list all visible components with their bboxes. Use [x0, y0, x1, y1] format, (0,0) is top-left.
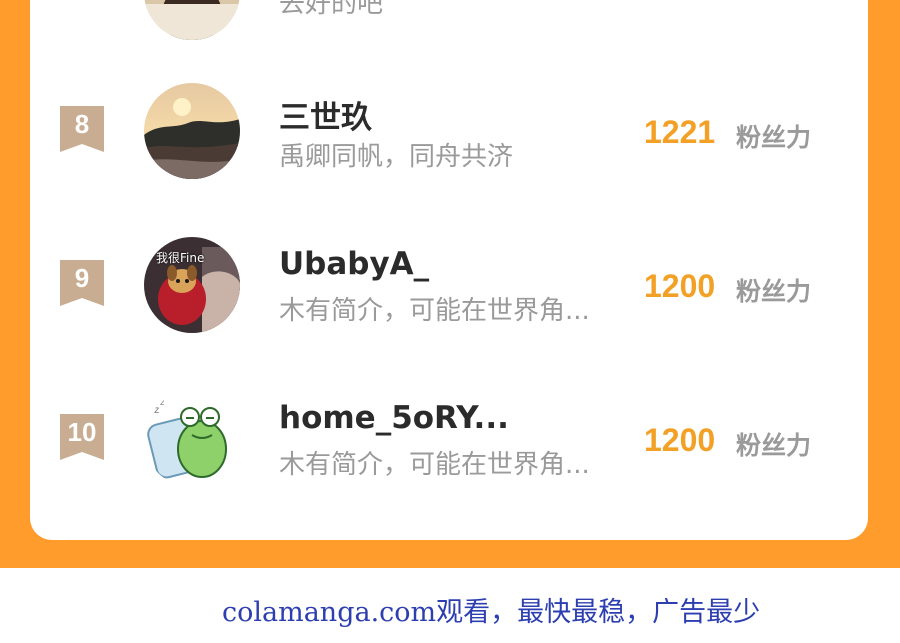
ranking-row[interactable]: 9 我很Fine UbabyA_ 木有简介，可能在世界角... 1200 粉丝力 — [30, 234, 868, 334]
user-name[interactable]: UbabyA_ — [279, 246, 429, 282]
fan-score: 1200 — [644, 268, 716, 304]
ranking-row[interactable]: 8 三世玖 禹卿同帆，同舟共济 1221 粉丝力 — [30, 80, 868, 180]
ranking-page: 去好的吧 8 三世玖 禹卿同帆，同舟共济 1221 粉丝力 9 我很Fine U… — [0, 0, 900, 643]
avatar-frog-pillow[interactable]: z z — [144, 391, 240, 487]
rank-number: 10 — [67, 417, 97, 447]
avatar-dog-fine[interactable]: 我很Fine — [144, 237, 240, 333]
rank-number: 8 — [74, 109, 90, 139]
user-name[interactable]: home_5oRY... — [279, 400, 509, 436]
svg-text:z: z — [160, 398, 164, 407]
fan-score: 1200 — [644, 422, 716, 458]
ranking-row-partial[interactable]: 去好的吧 — [30, 0, 868, 70]
ranking-row[interactable]: 10 z z home_5oRY... 木有简介，可能在世界角... 1200 … — [30, 388, 868, 488]
fan-score-unit: 粉丝力 — [736, 431, 812, 460]
user-name[interactable]: 三世玖 — [279, 92, 372, 137]
fan-score-unit: 粉丝力 — [736, 123, 812, 152]
svg-text:z: z — [154, 405, 159, 416]
row-bio: 去好的吧 — [279, 0, 384, 19]
footer: colamanga.com观看，最快最稳，广告最少 — [0, 568, 900, 643]
footer-site-link[interactable]: colamanga.com观看，最快最稳，广告最少 — [222, 590, 760, 629]
avatar-caption: 我很Fine — [156, 251, 205, 265]
user-bio: 木有简介，可能在世界角... — [279, 450, 590, 480]
rank-badge: 9 — [60, 260, 104, 306]
ranking-card: 去好的吧 8 三世玖 禹卿同帆，同舟共济 1221 粉丝力 9 我很Fine U… — [30, 0, 868, 540]
rank-badge: 8 — [60, 106, 104, 152]
user-bio: 木有简介，可能在世界角... — [279, 296, 590, 326]
user-bio: 禹卿同帆，同舟共济 — [279, 142, 514, 172]
fan-score-unit: 粉丝力 — [736, 277, 812, 306]
fan-score: 1221 — [644, 114, 716, 150]
avatar-sunset[interactable] — [144, 83, 240, 179]
rank-badge: 10 — [60, 414, 104, 460]
avatar[interactable] — [144, 0, 240, 40]
rank-number: 9 — [74, 263, 90, 293]
